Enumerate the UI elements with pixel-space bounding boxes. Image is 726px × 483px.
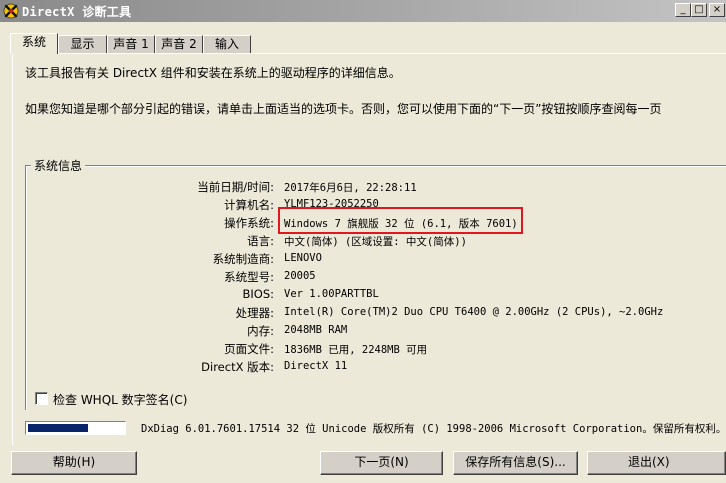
intro-text-line-2: 如果您知道是哪个部分引起的错误，请单击上面适当的选项卡。否则，您可以使用下面的“… [25, 102, 662, 116]
save-all-info-button[interactable]: 保存所有信息(S)... [453, 451, 578, 475]
datetime-label: 当前日期/时间: [197, 180, 274, 194]
tab-sound-1[interactable]: 声音 1 [107, 35, 155, 53]
maximize-button[interactable]: □ [691, 3, 707, 17]
manufacturer-value: LENOVO [284, 252, 322, 264]
title-bar[interactable]: DirectX 诊断工具 _ □ × [0, 0, 726, 22]
memory-label: 内存: [247, 324, 274, 338]
processor-value: Intel(R) Core(TM)2 Duo CPU T6400 @ 2.00G… [284, 306, 664, 318]
whql-checkbox[interactable] [35, 392, 48, 405]
computer-name-label: 计算机名: [224, 198, 274, 212]
datetime-value: 2017年6月6日, 22:28:11 [284, 182, 417, 194]
bios-label: BIOS: [242, 287, 274, 301]
processor-label: 处理器: [235, 306, 274, 320]
tab-system[interactable]: 系统 [10, 33, 58, 54]
help-button[interactable]: 帮助(H) [11, 451, 137, 475]
directx-diagnostic-window: DirectX 诊断工具 _ □ × 系统 显示 声音 1 声音 2 输入 该工… [0, 0, 726, 483]
copyright-text: DxDiag 6.01.7601.17514 32 位 Unicode 版权所有… [141, 423, 726, 435]
window-title: DirectX 诊断工具 [22, 5, 132, 19]
language-label: 语言: [247, 234, 274, 248]
progress-bar-fill [28, 424, 88, 432]
tab-input[interactable]: 输入 [203, 35, 251, 53]
progress-bar [25, 421, 126, 435]
model-label: 系统型号: [224, 270, 274, 284]
os-label: 操作系统: [224, 216, 274, 230]
directx-logo-icon [3, 3, 19, 19]
os-highlight-box [278, 207, 523, 234]
intro-text-line-1: 该工具报告有关 DirectX 组件和安装在系统上的驱动程序的详细信息。 [25, 66, 401, 80]
system-info-title: 系统信息 [31, 157, 86, 174]
tab-display[interactable]: 显示 [58, 35, 107, 53]
whql-checkbox-label[interactable]: 检查 WHQL 数字签名(C) [53, 391, 187, 408]
directx-version-label: DirectX 版本: [201, 360, 274, 374]
bios-value: Ver 1.00PARTTBL [284, 288, 379, 300]
manufacturer-label: 系统制造商: [212, 252, 274, 266]
directx-version-value: DirectX 11 [284, 360, 348, 372]
memory-value: 2048MB RAM [284, 324, 348, 336]
close-button[interactable]: × [709, 3, 725, 17]
exit-button[interactable]: 退出(X) [587, 451, 726, 475]
minimize-button[interactable]: _ [675, 3, 691, 17]
next-page-button[interactable]: 下一页(N) [320, 451, 443, 475]
page-file-label: 页面文件: [224, 342, 274, 356]
tab-sound-2[interactable]: 声音 2 [155, 35, 203, 53]
page-file-value: 1836MB 已用, 2248MB 可用 [284, 344, 428, 356]
language-value: 中文(简体) (区域设置: 中文(简体)) [284, 236, 467, 248]
model-value: 20005 [284, 270, 316, 282]
